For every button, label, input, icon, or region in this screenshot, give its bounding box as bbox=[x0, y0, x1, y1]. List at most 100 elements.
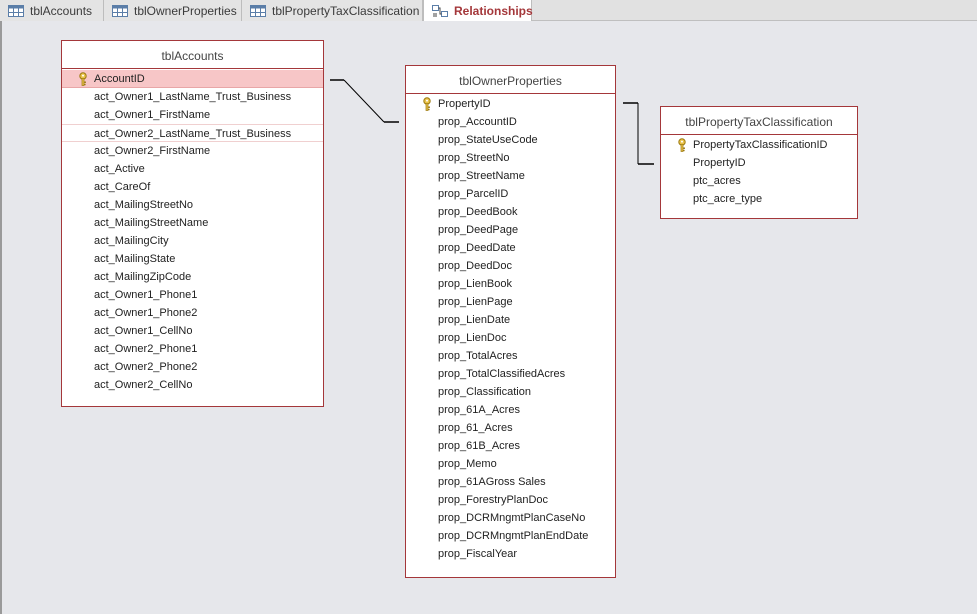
relationship-ownerproperties-to-taxclassification[interactable] bbox=[623, 102, 654, 165]
field-row[interactable]: prop_61_Acres bbox=[406, 419, 615, 437]
field-row[interactable]: prop_StateUseCode bbox=[406, 131, 615, 149]
field-name: prop_Classification bbox=[438, 386, 531, 398]
field-name: prop_DeedDate bbox=[438, 242, 516, 254]
field-row[interactable]: act_MailingCity bbox=[62, 232, 323, 250]
field-row[interactable]: prop_LienPage bbox=[406, 293, 615, 311]
field-row[interactable]: ptc_acre_type bbox=[661, 190, 857, 208]
field-name: act_MailingStreetName bbox=[94, 217, 209, 229]
field-name: act_Owner1_CellNo bbox=[94, 325, 193, 337]
field-row[interactable]: prop_TotalAcres bbox=[406, 347, 615, 365]
field-name: prop_TotalClassifiedAcres bbox=[438, 368, 566, 380]
field-name: prop_LienPage bbox=[438, 296, 513, 308]
field-row[interactable]: prop_DeedBook bbox=[406, 203, 615, 221]
field-name: act_Owner2_LastName_Trust_Business bbox=[94, 128, 292, 140]
field-row[interactable]: act_Owner2_LastName_Trust_Business bbox=[62, 124, 323, 142]
field-name: prop_Memo bbox=[438, 458, 497, 470]
field-name: act_MailingState bbox=[94, 253, 176, 265]
table-title[interactable]: tblOwnerProperties bbox=[406, 66, 615, 94]
field-name: prop_61A_Acres bbox=[438, 404, 520, 416]
field-name: prop_61_Acres bbox=[438, 422, 513, 434]
field-row[interactable]: prop_Classification bbox=[406, 383, 615, 401]
table-title[interactable]: tblAccounts bbox=[62, 41, 323, 69]
field-row[interactable]: prop_DCRMngmtPlanCaseNo bbox=[406, 509, 615, 527]
field-row[interactable]: prop_DCRMngmtPlanEndDate bbox=[406, 527, 615, 545]
field-name: prop_ForestryPlanDoc bbox=[438, 494, 549, 506]
field-name: act_MailingStreetNo bbox=[94, 199, 194, 211]
field-row[interactable]: act_Owner2_FirstName bbox=[62, 142, 323, 160]
field-row[interactable]: act_MailingState bbox=[62, 250, 323, 268]
field-row[interactable]: ptc_acres bbox=[661, 172, 857, 190]
field-name: act_Active bbox=[94, 163, 145, 175]
field-name: PropertyID bbox=[693, 157, 746, 169]
field-row[interactable]: prop_61A_Acres bbox=[406, 401, 615, 419]
field-list: AccountID act_Owner1_LastName_Trust_Busin… bbox=[62, 69, 323, 394]
key-icon bbox=[79, 72, 87, 86]
field-row[interactable]: act_Owner2_Phone1 bbox=[62, 340, 323, 358]
field-name: prop_61AGross Sales bbox=[438, 476, 546, 488]
field-row[interactable]: act_MailingStreetNo bbox=[62, 196, 323, 214]
field-row[interactable]: prop_TotalClassifiedAcres bbox=[406, 365, 615, 383]
field-row[interactable]: act_Owner2_CellNo bbox=[62, 376, 323, 394]
field-row[interactable]: prop_AccountID bbox=[406, 113, 615, 131]
field-row[interactable]: act_Active bbox=[62, 160, 323, 178]
primary-key-field[interactable]: PropertyTaxClassificationID bbox=[661, 136, 857, 154]
field-row[interactable]: act_Owner1_LastName_Trust_Business bbox=[62, 88, 323, 106]
field-row[interactable]: prop_DeedDate bbox=[406, 239, 615, 257]
field-row[interactable]: prop_StreetNo bbox=[406, 149, 615, 167]
field-name: act_Owner1_Phone1 bbox=[94, 289, 198, 301]
primary-key-field[interactable]: PropertyID bbox=[406, 95, 615, 113]
field-row[interactable]: act_Owner1_Phone1 bbox=[62, 286, 323, 304]
field-row[interactable]: act_MailingZipCode bbox=[62, 268, 323, 286]
field-name: AccountID bbox=[94, 73, 145, 85]
table-tblpropertytaxclassification[interactable]: tblPropertyTaxClassification PropertyTax… bbox=[660, 106, 858, 219]
field-name: prop_StreetName bbox=[438, 170, 525, 182]
field-row[interactable]: prop_DeedDoc bbox=[406, 257, 615, 275]
field-row[interactable]: act_MailingStreetName bbox=[62, 214, 323, 232]
field-row[interactable]: prop_ParcelID bbox=[406, 185, 615, 203]
field-name: PropertyID bbox=[438, 98, 491, 110]
field-row[interactable]: prop_LienDoc bbox=[406, 329, 615, 347]
field-name: prop_DeedDoc bbox=[438, 260, 512, 272]
field-row[interactable]: prop_LienBook bbox=[406, 275, 615, 293]
field-row[interactable]: prop_ForestryPlanDoc bbox=[406, 491, 615, 509]
field-row[interactable]: prop_DeedPage bbox=[406, 221, 615, 239]
field-name: PropertyTaxClassificationID bbox=[693, 139, 828, 151]
field-name: prop_DCRMngmtPlanCaseNo bbox=[438, 512, 586, 524]
field-name: act_Owner2_Phone1 bbox=[94, 343, 198, 355]
field-name: act_Owner2_Phone2 bbox=[94, 361, 198, 373]
field-name: act_CareOf bbox=[94, 181, 151, 193]
field-name: prop_AccountID bbox=[438, 116, 517, 128]
field-row[interactable]: act_Owner1_Phone2 bbox=[62, 304, 323, 322]
field-name: prop_LienDate bbox=[438, 314, 511, 326]
field-name: prop_61B_Acres bbox=[438, 440, 520, 452]
field-name: prop_LienBook bbox=[438, 278, 513, 290]
field-row[interactable]: act_Owner1_FirstName bbox=[62, 106, 323, 124]
field-row[interactable]: act_Owner1_CellNo bbox=[62, 322, 323, 340]
key-icon bbox=[423, 97, 431, 111]
field-name: ptc_acres bbox=[693, 175, 741, 187]
field-row[interactable]: PropertyID bbox=[661, 154, 857, 172]
field-row[interactable]: act_Owner2_Phone2 bbox=[62, 358, 323, 376]
table-title[interactable]: tblPropertyTaxClassification bbox=[661, 107, 857, 135]
field-name: act_Owner1_FirstName bbox=[94, 109, 211, 121]
field-name: act_MailingCity bbox=[94, 235, 169, 247]
field-name: prop_TotalAcres bbox=[438, 350, 518, 362]
table-tblaccounts[interactable]: tblAccounts AccountID act_Owner1_LastName… bbox=[61, 40, 324, 407]
field-name: prop_StreetNo bbox=[438, 152, 510, 164]
relationship-accounts-to-ownerproperties[interactable] bbox=[330, 79, 399, 123]
field-name: prop_StateUseCode bbox=[438, 134, 538, 146]
field-name: act_MailingZipCode bbox=[94, 271, 192, 283]
field-row[interactable]: prop_61AGross Sales bbox=[406, 473, 615, 491]
table-tblownerproperties[interactable]: tblOwnerProperties PropertyID prop_Accoun… bbox=[405, 65, 616, 578]
field-name: prop_FiscalYear bbox=[438, 548, 518, 560]
field-row[interactable]: prop_Memo bbox=[406, 455, 615, 473]
primary-key-field[interactable]: AccountID bbox=[62, 70, 323, 88]
field-row[interactable]: prop_LienDate bbox=[406, 311, 615, 329]
field-list: PropertyID prop_AccountID prop_StateUseCod… bbox=[406, 94, 615, 563]
field-row[interactable]: prop_61B_Acres bbox=[406, 437, 615, 455]
field-row[interactable]: prop_StreetName bbox=[406, 167, 615, 185]
field-name: act_Owner2_FirstName bbox=[94, 145, 211, 157]
field-name: prop_ParcelID bbox=[438, 188, 509, 200]
field-row[interactable]: act_CareOf bbox=[62, 178, 323, 196]
field-row[interactable]: prop_FiscalYear bbox=[406, 545, 615, 563]
